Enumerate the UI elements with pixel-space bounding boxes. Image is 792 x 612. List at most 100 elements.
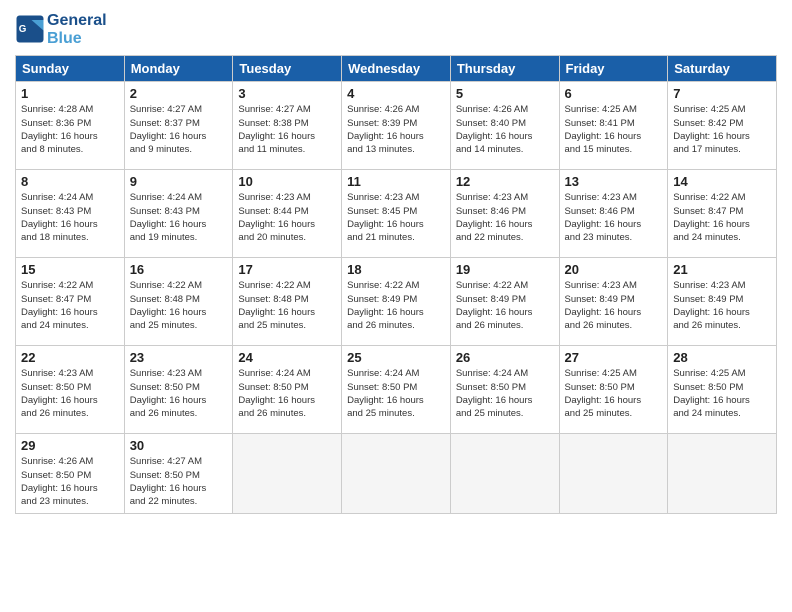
day-info: Sunrise: 4:22 AM Sunset: 8:49 PM Dayligh…: [456, 279, 554, 332]
calendar-day-cell: 29 Sunrise: 4:26 AM Sunset: 8:50 PM Dayli…: [16, 434, 125, 513]
day-number: 22: [21, 350, 119, 365]
day-number: 29: [21, 438, 119, 453]
day-number: 26: [456, 350, 554, 365]
day-number: 17: [238, 262, 336, 277]
calendar-day-cell: 30 Sunrise: 4:27 AM Sunset: 8:50 PM Dayli…: [124, 434, 233, 513]
day-number: 8: [21, 174, 119, 189]
calendar-day-cell: 3 Sunrise: 4:27 AM Sunset: 8:38 PM Daylig…: [233, 82, 342, 170]
day-info: Sunrise: 4:24 AM Sunset: 8:50 PM Dayligh…: [238, 367, 336, 420]
calendar-week-row: 15 Sunrise: 4:22 AM Sunset: 8:47 PM Dayli…: [16, 258, 777, 346]
calendar-day-cell: 8Sunrise: 4:24 AM Sunset: 8:43 PM Daylig…: [16, 170, 125, 258]
day-info: Sunrise: 4:22 AM Sunset: 8:49 PM Dayligh…: [347, 279, 445, 332]
calendar-day-cell: 23 Sunrise: 4:23 AM Sunset: 8:50 PM Dayli…: [124, 346, 233, 434]
calendar-day-cell: 4 Sunrise: 4:26 AM Sunset: 8:39 PM Daylig…: [342, 82, 451, 170]
calendar-day-header: Tuesday: [233, 56, 342, 82]
day-info: Sunrise: 4:24 AM Sunset: 8:43 PM Dayligh…: [130, 191, 228, 244]
day-number: 30: [130, 438, 228, 453]
calendar-day-cell: [668, 434, 777, 513]
day-info: Sunrise: 4:23 AM Sunset: 8:46 PM Dayligh…: [456, 191, 554, 244]
calendar-header-row: SundayMondayTuesdayWednesdayThursdayFrid…: [16, 56, 777, 82]
day-number: 16: [130, 262, 228, 277]
calendar-day-cell: 2 Sunrise: 4:27 AM Sunset: 8:37 PM Daylig…: [124, 82, 233, 170]
day-info: Sunrise: 4:26 AM Sunset: 8:50 PM Dayligh…: [21, 455, 119, 508]
calendar-day-header: Monday: [124, 56, 233, 82]
day-number: 23: [130, 350, 228, 365]
day-info: Sunrise: 4:22 AM Sunset: 8:48 PM Dayligh…: [238, 279, 336, 332]
calendar-day-cell: 5 Sunrise: 4:26 AM Sunset: 8:40 PM Daylig…: [450, 82, 559, 170]
calendar-day-cell: [233, 434, 342, 513]
day-info: Sunrise: 4:27 AM Sunset: 8:50 PM Dayligh…: [130, 455, 228, 508]
day-info: Sunrise: 4:23 AM Sunset: 8:50 PM Dayligh…: [130, 367, 228, 420]
day-info: Sunrise: 4:27 AM Sunset: 8:38 PM Dayligh…: [238, 103, 336, 156]
day-info: Sunrise: 4:22 AM Sunset: 8:48 PM Dayligh…: [130, 279, 228, 332]
day-number: 25: [347, 350, 445, 365]
calendar-day-cell: 12Sunrise: 4:23 AM Sunset: 8:46 PM Dayli…: [450, 170, 559, 258]
day-number: 28: [673, 350, 771, 365]
day-number: 13: [565, 174, 663, 189]
day-number: 6: [565, 86, 663, 101]
day-number: 4: [347, 86, 445, 101]
calendar-day-cell: 10Sunrise: 4:23 AM Sunset: 8:44 PM Dayli…: [233, 170, 342, 258]
calendar-day-cell: 24Sunrise: 4:24 AM Sunset: 8:50 PM Dayli…: [233, 346, 342, 434]
day-info: Sunrise: 4:26 AM Sunset: 8:39 PM Dayligh…: [347, 103, 445, 156]
day-info: Sunrise: 4:26 AM Sunset: 8:40 PM Dayligh…: [456, 103, 554, 156]
calendar-day-cell: 18 Sunrise: 4:22 AM Sunset: 8:49 PM Dayli…: [342, 258, 451, 346]
logo: G General Blue: [15, 10, 107, 47]
day-info: Sunrise: 4:22 AM Sunset: 8:47 PM Dayligh…: [21, 279, 119, 332]
day-info: Sunrise: 4:25 AM Sunset: 8:50 PM Dayligh…: [673, 367, 771, 420]
day-number: 3: [238, 86, 336, 101]
calendar-day-cell: 7 Sunrise: 4:25 AM Sunset: 8:42 PM Daylig…: [668, 82, 777, 170]
calendar-day-cell: 9 Sunrise: 4:24 AM Sunset: 8:43 PM Daylig…: [124, 170, 233, 258]
calendar-day-cell: [559, 434, 668, 513]
day-number: 5: [456, 86, 554, 101]
day-info: Sunrise: 4:25 AM Sunset: 8:42 PM Dayligh…: [673, 103, 771, 156]
day-number: 21: [673, 262, 771, 277]
calendar-day-cell: 27Sunrise: 4:25 AM Sunset: 8:50 PM Dayli…: [559, 346, 668, 434]
day-info: Sunrise: 4:24 AM Sunset: 8:50 PM Dayligh…: [456, 367, 554, 420]
calendar-week-row: 1 Sunrise: 4:28 AM Sunset: 8:36 PM Daylig…: [16, 82, 777, 170]
calendar-day-cell: 16 Sunrise: 4:22 AM Sunset: 8:48 PM Dayli…: [124, 258, 233, 346]
day-number: 9: [130, 174, 228, 189]
calendar-day-header: Friday: [559, 56, 668, 82]
day-info: Sunrise: 4:25 AM Sunset: 8:50 PM Dayligh…: [565, 367, 663, 420]
day-info: Sunrise: 4:27 AM Sunset: 8:37 PM Dayligh…: [130, 103, 228, 156]
day-info: Sunrise: 4:25 AM Sunset: 8:41 PM Dayligh…: [565, 103, 663, 156]
day-number: 11: [347, 174, 445, 189]
day-info: Sunrise: 4:23 AM Sunset: 8:44 PM Dayligh…: [238, 191, 336, 244]
calendar-day-header: Thursday: [450, 56, 559, 82]
calendar-day-cell: [450, 434, 559, 513]
day-number: 2: [130, 86, 228, 101]
calendar-week-row: 8 Sunrise: 4:24 AM Sunset: 8:43 PM Daylig…: [16, 170, 777, 258]
calendar-day-cell: 28 Sunrise: 4:25 AM Sunset: 8:50 PM Dayli…: [668, 346, 777, 434]
day-info: Sunrise: 4:22 AM Sunset: 8:47 PM Dayligh…: [673, 191, 771, 244]
day-number: 19: [456, 262, 554, 277]
calendar-day-cell: 15 Sunrise: 4:22 AM Sunset: 8:47 PM Dayli…: [16, 258, 125, 346]
day-number: 20: [565, 262, 663, 277]
day-info: Sunrise: 4:23 AM Sunset: 8:45 PM Dayligh…: [347, 191, 445, 244]
calendar-day-cell: 13Sunrise: 4:23 AM Sunset: 8:46 PM Dayli…: [559, 170, 668, 258]
day-info: Sunrise: 4:23 AM Sunset: 8:50 PM Dayligh…: [21, 367, 119, 420]
calendar-day-header: Wednesday: [342, 56, 451, 82]
calendar: SundayMondayTuesdayWednesdayThursdayFrid…: [15, 55, 777, 513]
calendar-day-cell: 20 Sunrise: 4:23 AM Sunset: 8:49 PM Dayli…: [559, 258, 668, 346]
calendar-day-cell: 22 Sunrise: 4:23 AM Sunset: 8:50 PM Dayli…: [16, 346, 125, 434]
calendar-day-cell: 21 Sunrise: 4:23 AM Sunset: 8:49 PM Dayli…: [668, 258, 777, 346]
day-info: Sunrise: 4:23 AM Sunset: 8:49 PM Dayligh…: [673, 279, 771, 332]
day-info: Sunrise: 4:23 AM Sunset: 8:49 PM Dayligh…: [565, 279, 663, 332]
day-info: Sunrise: 4:28 AM Sunset: 8:36 PM Dayligh…: [21, 103, 119, 156]
day-number: 18: [347, 262, 445, 277]
calendar-day-cell: [342, 434, 451, 513]
calendar-day-cell: 1 Sunrise: 4:28 AM Sunset: 8:36 PM Daylig…: [16, 82, 125, 170]
day-info: Sunrise: 4:24 AM Sunset: 8:50 PM Dayligh…: [347, 367, 445, 420]
day-number: 1: [21, 86, 119, 101]
calendar-day-cell: 14 Sunrise: 4:22 AM Sunset: 8:47 PM Dayli…: [668, 170, 777, 258]
day-number: 7: [673, 86, 771, 101]
logo-icon: G: [15, 14, 45, 44]
svg-text:G: G: [19, 24, 27, 35]
calendar-day-cell: 19 Sunrise: 4:22 AM Sunset: 8:49 PM Dayli…: [450, 258, 559, 346]
day-number: 14: [673, 174, 771, 189]
calendar-day-cell: 17 Sunrise: 4:22 AM Sunset: 8:48 PM Dayli…: [233, 258, 342, 346]
day-number: 15: [21, 262, 119, 277]
calendar-day-cell: 6 Sunrise: 4:25 AM Sunset: 8:41 PM Daylig…: [559, 82, 668, 170]
logo-line2: Blue: [47, 30, 107, 48]
